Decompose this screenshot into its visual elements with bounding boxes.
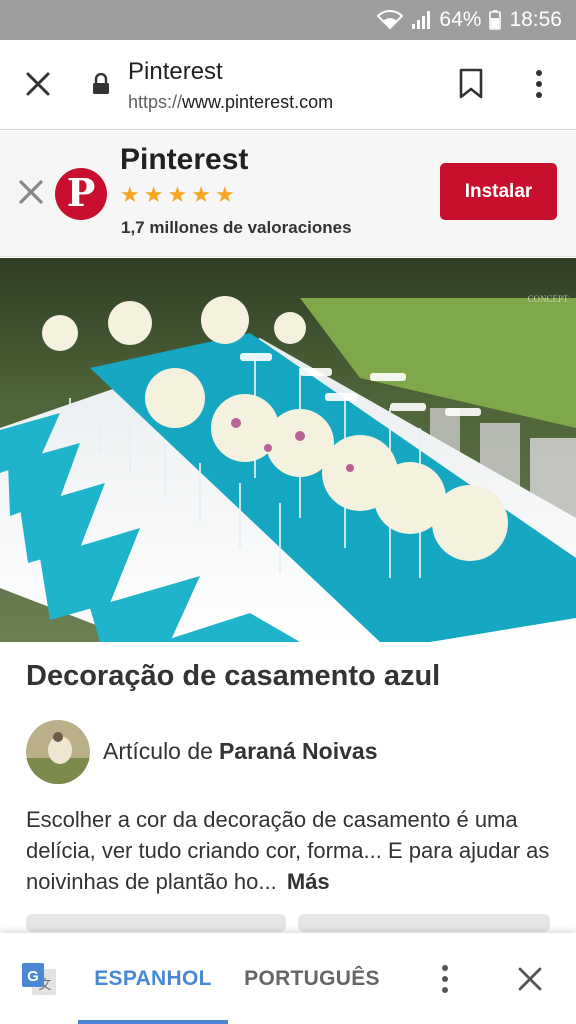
star-icon: ★: [214, 182, 235, 207]
author-line[interactable]: Artículo de Paraná Noivas: [103, 738, 377, 765]
tab-target-language[interactable]: PORTUGUÊS: [236, 933, 388, 1024]
app-name: Pinterest: [120, 143, 249, 176]
rating-stars: ★ ★ ★ ★ ★: [120, 184, 235, 206]
url-text[interactable]: https://www.pinterest.com: [128, 92, 333, 113]
app-install-banner: P Pinterest ★ ★ ★ ★ ★ 1,7 millones de valora…: [0, 131, 576, 257]
pinterest-logo-icon: P: [55, 168, 107, 220]
signal-icon: [411, 10, 431, 30]
wifi-icon: [377, 10, 404, 30]
status-bar: 64% 18:56: [0, 0, 576, 40]
close-icon[interactable]: [22, 68, 54, 100]
pin-image[interactable]: CONCEPT: [0, 258, 576, 642]
author-prefix: Artículo de: [103, 738, 213, 764]
url-host: www.pinterest.com: [182, 92, 334, 112]
active-tab-indicator: [78, 1020, 228, 1024]
bookmark-icon[interactable]: [458, 68, 484, 105]
browser-toolbar: Pinterest https://www.pinterest.com: [0, 40, 576, 130]
status-indicators: 64% 18:56: [377, 8, 562, 32]
translate-menu-icon[interactable]: [438, 963, 452, 1000]
translate-bar: 文 G ESPANHOL PORTUGUÊS: [0, 933, 576, 1024]
banner-close-icon[interactable]: [18, 179, 44, 210]
pin-title: Decoração de casamento azul: [26, 660, 441, 692]
image-watermark: CONCEPT: [527, 294, 569, 304]
author-name[interactable]: Paraná Noivas: [219, 738, 378, 764]
translate-close-icon[interactable]: [516, 965, 544, 998]
tab-source-language[interactable]: ESPANHOL: [78, 933, 228, 1024]
svg-text:G: G: [27, 968, 39, 985]
star-icon: ★: [120, 182, 140, 207]
battery-icon: [489, 10, 502, 30]
more-link[interactable]: Más: [287, 869, 330, 894]
star-icon: ★: [143, 182, 164, 207]
clock: 18:56: [509, 8, 562, 31]
lock-icon: [92, 72, 110, 100]
star-icon: ★: [167, 182, 188, 207]
overflow-menu-icon[interactable]: [532, 68, 546, 105]
install-button[interactable]: Instalar: [440, 163, 557, 220]
battery-percent: 64%: [439, 8, 482, 31]
ratings-count: 1,7 millones de valoraciones: [121, 218, 352, 237]
google-translate-icon: 文 G: [20, 961, 58, 1002]
pin-description: Escolher a cor da decoração de casamento…: [26, 804, 556, 897]
avatar[interactable]: [26, 720, 90, 784]
url-scheme: https://: [128, 92, 183, 112]
related-pins-peek: [0, 912, 576, 932]
star-icon: ★: [191, 182, 211, 207]
page-title[interactable]: Pinterest: [128, 58, 223, 86]
